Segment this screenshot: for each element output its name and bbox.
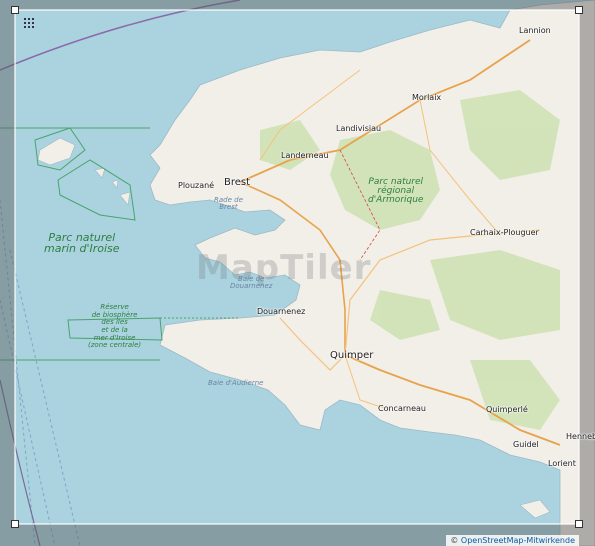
city-label-quimperle: Quimperlé	[486, 405, 528, 414]
water-label-baie-de-douarnenez: Baie de Douarnenez	[230, 275, 273, 290]
city-label-carhaix-plouguer: Carhaix-Plouguer	[470, 228, 539, 237]
city-label-lorient: Lorient	[548, 459, 576, 468]
attribution: © OpenStreetMap-Mitwirkende	[446, 535, 579, 546]
grip-dot	[32, 18, 34, 20]
grip-dot	[28, 18, 30, 20]
water-label-rade-de-brest: Rade de Brest	[214, 196, 243, 211]
city-label-douarnenez: Douarnenez	[257, 307, 306, 316]
city-label-lannion: Lannion	[519, 26, 551, 35]
resize-handle-bottom-right[interactable]	[575, 520, 583, 528]
park-label-reserve-de-biosphere-des-iles-: Réserve de biosphère des îles et de la m…	[88, 303, 142, 350]
grip-dot	[24, 26, 26, 28]
grip-dot	[28, 26, 30, 28]
grip-dot	[32, 22, 34, 24]
water-label-baie-d-audierne: Baie d'Audierne	[208, 379, 264, 387]
grip-dot	[32, 26, 34, 28]
park-label-parc-naturel-regional-d-armori: Parc naturel régional d'Armorique	[368, 177, 424, 205]
grip-dot	[24, 22, 26, 24]
city-label-plouzane: Plouzané	[178, 181, 215, 190]
city-label-guidel: Guidel	[513, 440, 539, 449]
city-label-hennebont: Hennebont	[566, 432, 595, 441]
resize-handle-bottom-left[interactable]	[11, 520, 19, 528]
city-label-brest: Brest	[224, 177, 251, 188]
city-label-concarneau: Concarneau	[378, 404, 426, 413]
city-label-landivisiau: Landivisiau	[336, 124, 382, 133]
drag-grip-icon[interactable]	[22, 16, 36, 30]
copyright-symbol: ©	[450, 536, 459, 545]
resize-handle-top-right[interactable]	[575, 6, 583, 14]
grip-dot	[24, 18, 26, 20]
city-label-landerneau: Landerneau	[281, 151, 329, 160]
city-label-morlaix: Morlaix	[412, 93, 442, 102]
city-label-quimper: Quimper	[330, 350, 374, 361]
grip-dot	[28, 22, 30, 24]
resize-handle-top-left[interactable]	[11, 6, 19, 14]
attribution-link[interactable]: OpenStreetMap-Mitwirkende	[461, 536, 575, 545]
watermark: MapTiler	[196, 248, 372, 288]
park-label-parc-naturel-marin-d-iroise: Parc naturel marin d'Iroise	[44, 231, 120, 255]
